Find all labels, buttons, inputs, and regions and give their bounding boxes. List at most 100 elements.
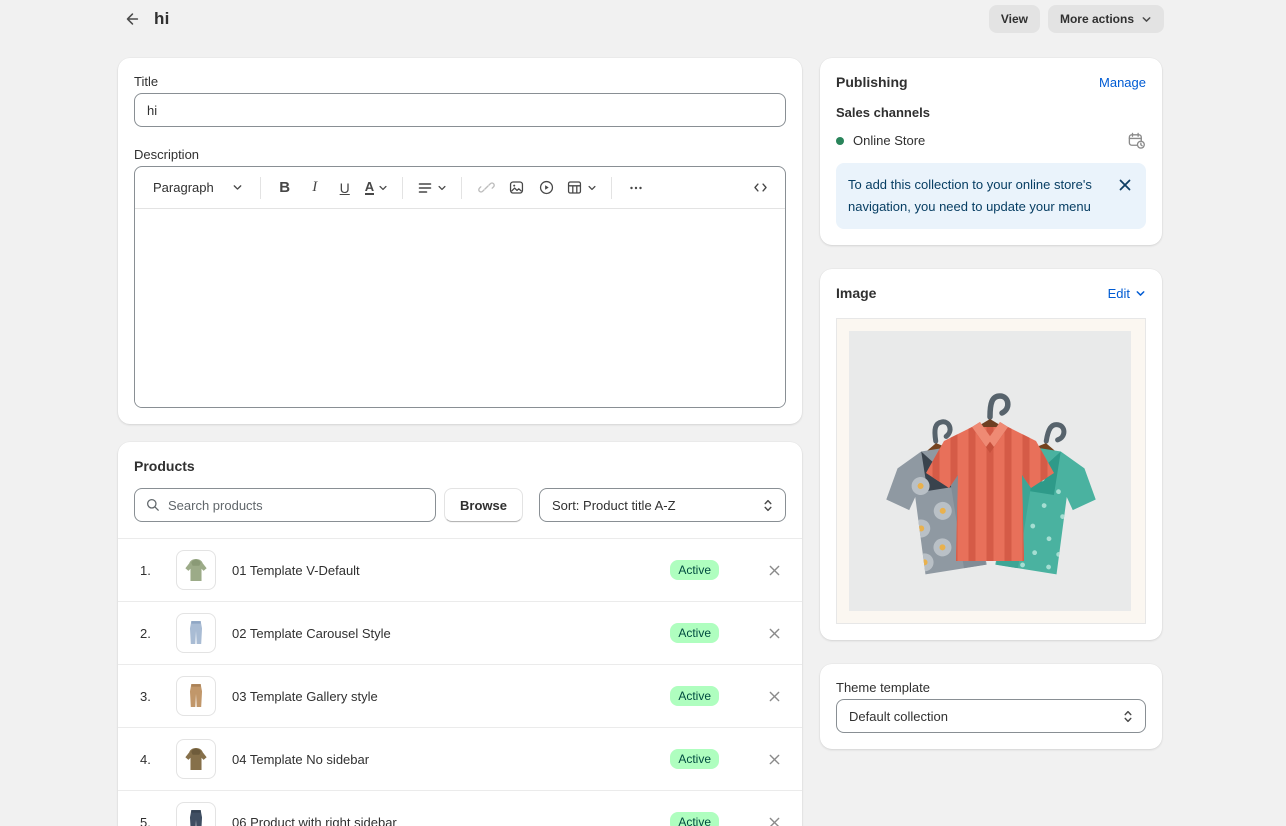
image-card: Image Edit bbox=[820, 269, 1162, 640]
channel-active-dot bbox=[836, 137, 844, 145]
status-badge: Active bbox=[670, 560, 719, 580]
italic-icon: I bbox=[312, 179, 317, 196]
more-actions-button[interactable]: More actions bbox=[1048, 5, 1164, 33]
product-thumbnail bbox=[176, 550, 216, 590]
more-formatting-button[interactable] bbox=[621, 173, 651, 203]
page-header: hi View More actions bbox=[0, 0, 1286, 38]
description-label: Description bbox=[134, 147, 786, 162]
remove-product-button[interactable] bbox=[760, 556, 788, 584]
theme-template-value: Default collection bbox=[849, 709, 948, 724]
remove-product-button[interactable] bbox=[760, 619, 788, 647]
page-title: hi bbox=[154, 9, 170, 29]
product-link[interactable]: 02 Template Carousel Style bbox=[232, 626, 670, 641]
banner-close-button[interactable] bbox=[1116, 176, 1134, 194]
product-link[interactable]: 04 Template No sidebar bbox=[232, 752, 670, 767]
description-textarea[interactable] bbox=[135, 209, 785, 407]
bold-icon: B bbox=[279, 179, 290, 196]
alignment-dropdown[interactable] bbox=[412, 173, 452, 203]
shirts-illustration bbox=[849, 331, 1131, 611]
insert-link-button[interactable] bbox=[471, 173, 501, 203]
italic-button[interactable]: I bbox=[300, 173, 330, 203]
toolbar-divider bbox=[611, 177, 612, 199]
theme-template-label: Theme template bbox=[836, 680, 1146, 695]
bold-button[interactable]: B bbox=[270, 173, 300, 203]
calendar-clock-icon bbox=[1127, 131, 1146, 150]
sort-chevrons-icon bbox=[1122, 709, 1134, 724]
paragraph-style-label: Paragraph bbox=[153, 180, 214, 195]
publishing-card: Publishing Manage Sales channels Online … bbox=[820, 58, 1162, 245]
channel-row: Online Store bbox=[836, 131, 1146, 150]
update-menu-link[interactable]: update your menu bbox=[986, 199, 1091, 214]
play-circle-icon bbox=[538, 179, 555, 196]
row-index: 4. bbox=[140, 752, 162, 767]
row-index: 2. bbox=[140, 626, 162, 641]
insert-video-button[interactable] bbox=[531, 173, 561, 203]
back-button[interactable] bbox=[118, 5, 146, 33]
close-icon bbox=[1118, 178, 1132, 192]
editor-toolbar: Paragraph B I U A bbox=[135, 167, 785, 209]
toolbar-divider bbox=[402, 177, 403, 199]
browse-button-label: Browse bbox=[460, 498, 507, 513]
code-icon bbox=[752, 179, 769, 196]
table-row: 1. 01 Template V-Default Active bbox=[118, 538, 802, 601]
browse-button[interactable]: Browse bbox=[444, 488, 523, 522]
remove-product-button[interactable] bbox=[760, 682, 788, 710]
underline-icon: U bbox=[340, 180, 350, 196]
view-button[interactable]: View bbox=[989, 5, 1040, 33]
row-index: 1. bbox=[140, 563, 162, 578]
product-list: 1. 01 Template V-Default Active 2. 02 Te… bbox=[118, 538, 802, 826]
publishing-heading: Publishing bbox=[836, 74, 908, 90]
status-badge: Active bbox=[670, 812, 719, 826]
product-link[interactable]: 03 Template Gallery style bbox=[232, 689, 670, 704]
channel-name: Online Store bbox=[853, 133, 925, 148]
text-color-button[interactable]: A bbox=[360, 173, 393, 203]
product-link[interactable]: 01 Template V-Default bbox=[232, 563, 670, 578]
theme-template-card: Theme template Default collection bbox=[820, 664, 1162, 749]
show-html-button[interactable] bbox=[745, 173, 775, 203]
banner-text: To add this collection to your online st… bbox=[848, 174, 1108, 218]
ellipsis-icon bbox=[628, 180, 644, 196]
chevron-down-icon bbox=[1141, 14, 1152, 25]
sales-channels-label: Sales channels bbox=[836, 105, 1146, 120]
paragraph-style-dropdown[interactable]: Paragraph bbox=[145, 173, 251, 203]
view-button-label: View bbox=[1001, 12, 1028, 26]
text-color-icon: A bbox=[365, 180, 374, 195]
table-row: 3. 03 Template Gallery style Active bbox=[118, 664, 802, 727]
align-left-icon bbox=[417, 180, 433, 196]
chevron-down-icon bbox=[1135, 288, 1146, 299]
toolbar-divider bbox=[260, 177, 261, 199]
search-products-field[interactable] bbox=[134, 488, 436, 522]
edit-image-dropdown[interactable]: Edit bbox=[1108, 286, 1146, 301]
insert-image-button[interactable] bbox=[501, 173, 531, 203]
search-icon bbox=[145, 497, 161, 513]
status-badge: Active bbox=[670, 623, 719, 643]
chevron-down-icon bbox=[378, 183, 388, 193]
table-icon bbox=[566, 179, 583, 196]
table-row: 5. 06 Product with right sidebar Active bbox=[118, 790, 802, 826]
more-actions-label: More actions bbox=[1060, 12, 1134, 26]
chevron-down-icon bbox=[587, 183, 597, 193]
toolbar-divider bbox=[461, 177, 462, 199]
link-icon bbox=[478, 179, 495, 196]
row-index: 5. bbox=[140, 815, 162, 826]
image-icon bbox=[508, 179, 525, 196]
remove-product-button[interactable] bbox=[760, 808, 788, 826]
product-thumbnail bbox=[176, 739, 216, 779]
title-input[interactable] bbox=[134, 93, 786, 127]
title-label: Title bbox=[134, 74, 786, 89]
products-toolbar: Browse Sort: Product title A-Z bbox=[134, 488, 786, 522]
manage-publishing-link[interactable]: Manage bbox=[1099, 75, 1146, 90]
rich-text-editor: Paragraph B I U A bbox=[134, 166, 786, 408]
underline-button[interactable]: U bbox=[330, 173, 360, 203]
product-link[interactable]: 06 Product with right sidebar bbox=[232, 815, 670, 826]
insert-table-dropdown[interactable] bbox=[561, 173, 602, 203]
status-badge: Active bbox=[670, 686, 719, 706]
remove-product-button[interactable] bbox=[760, 745, 788, 773]
sort-select[interactable]: Sort: Product title A-Z bbox=[539, 488, 786, 522]
info-banner: To add this collection to your online st… bbox=[836, 163, 1146, 229]
image-heading: Image bbox=[836, 285, 876, 301]
theme-template-select[interactable]: Default collection bbox=[836, 699, 1146, 733]
chevron-down-icon bbox=[437, 183, 447, 193]
products-card: Products Browse Sort: Product title A-Z bbox=[118, 442, 802, 826]
search-products-input[interactable] bbox=[168, 498, 425, 513]
